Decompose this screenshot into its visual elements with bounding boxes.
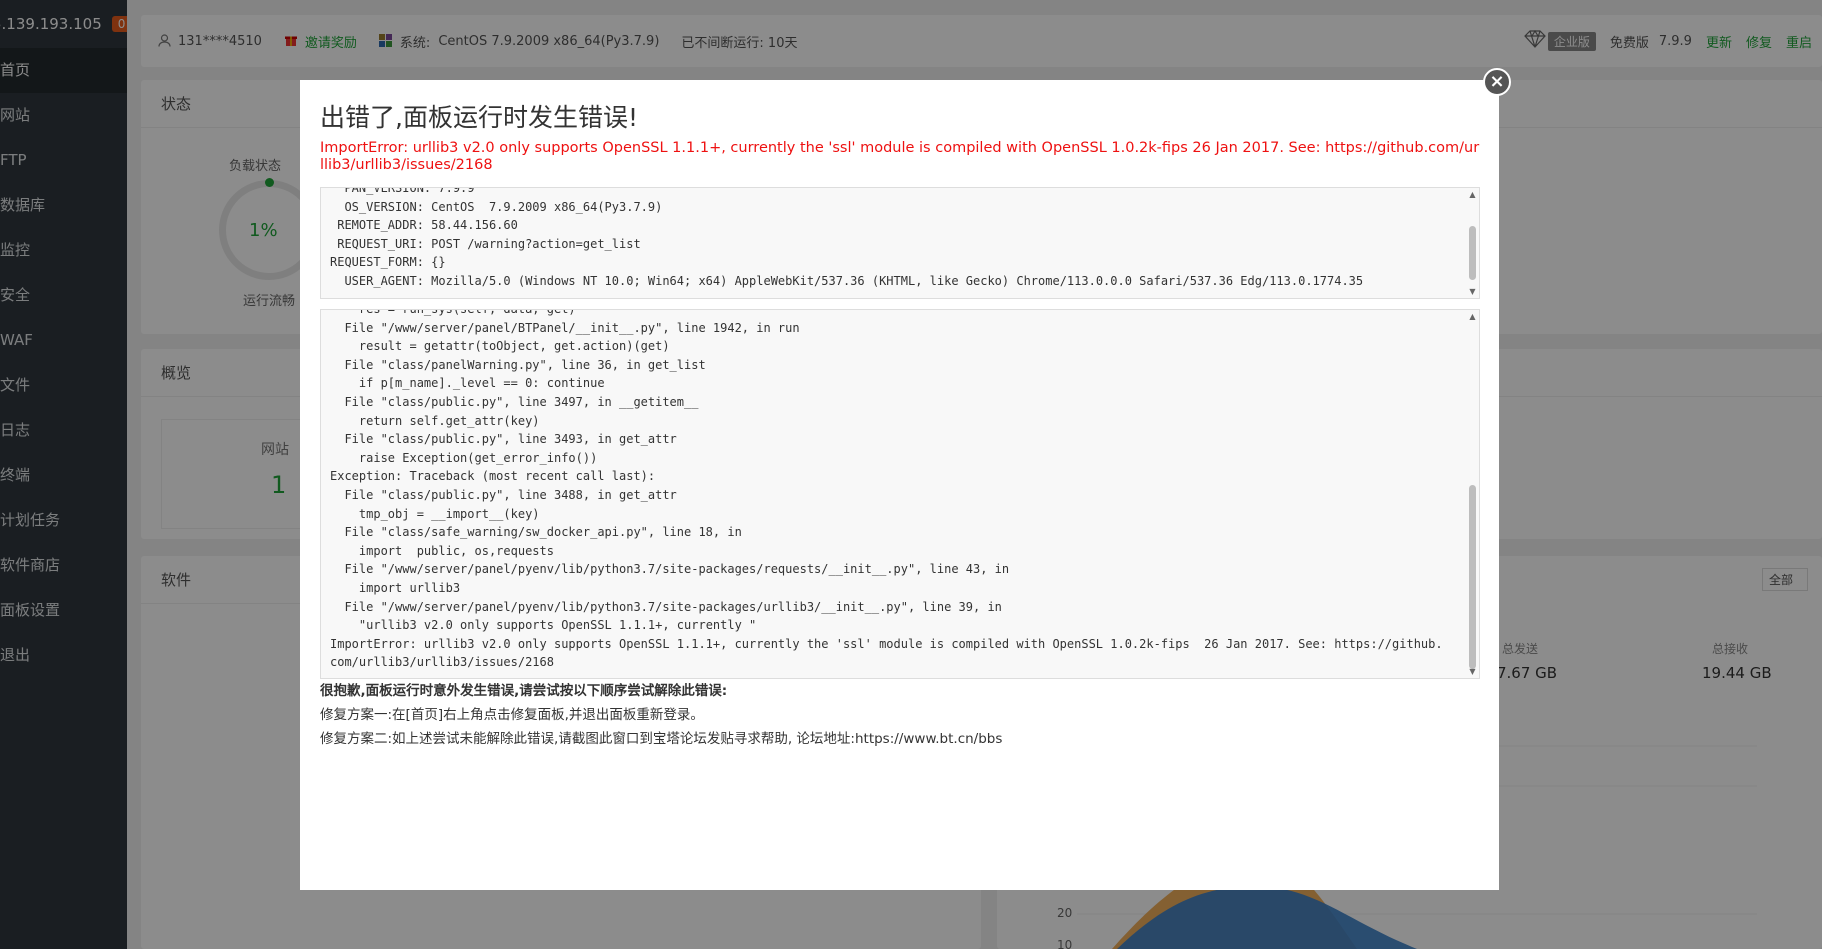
tip-two[interactable]: 修复方案二:如上述尝试未能解除此错误,请截图此窗口到宝塔论坛发贴寻求帮助, 论坛… xyxy=(320,727,1002,751)
scroll-down-icon[interactable]: ▼ xyxy=(1468,667,1477,676)
scroll-up-icon[interactable]: ▲ xyxy=(1468,190,1477,199)
error-message: ImportError: urllib3 v2.0 only supports … xyxy=(320,140,1480,173)
env-info-text: PAN_VERSION: 7.9.9 OS_VERSION: CentOS 7.… xyxy=(330,187,1364,288)
tip-heading: 很抱歉,面板运行时意外发生错误,请尝试按以下顺序尝试解除此错误: xyxy=(320,683,728,699)
traceback-scrollbar[interactable]: ▲ ▼ xyxy=(1468,312,1477,676)
close-icon[interactable]: × xyxy=(1483,68,1511,96)
scroll-down-icon[interactable]: ▼ xyxy=(1468,287,1477,296)
env-info-box[interactable]: PAN_VERSION: 7.9.9 OS_VERSION: CentOS 7.… xyxy=(320,187,1480,299)
env-scrollbar[interactable]: ▲ ▼ xyxy=(1468,190,1477,296)
error-dialog: 出错了,面板运行时发生错误! ImportError: urllib3 v2.0… xyxy=(300,80,1499,890)
tip-one: 修复方案一:在[首页]右上角点击修复面板,并退出面板重新登录。 xyxy=(320,707,704,723)
traceback-text: res = run_sys(self, data, get) File "/ww… xyxy=(330,309,1443,670)
scroll-up-icon[interactable]: ▲ xyxy=(1468,312,1477,321)
traceback-box[interactable]: res = run_sys(self, data, get) File "/ww… xyxy=(320,309,1480,679)
scroll-thumb[interactable] xyxy=(1469,226,1476,280)
error-title: 出错了,面板运行时发生错误! xyxy=(320,103,638,132)
scroll-thumb[interactable] xyxy=(1469,485,1476,669)
fix-tips: 很抱歉,面板运行时意外发生错误,请尝试按以下顺序尝试解除此错误: 修复方案一:在… xyxy=(320,679,1002,751)
